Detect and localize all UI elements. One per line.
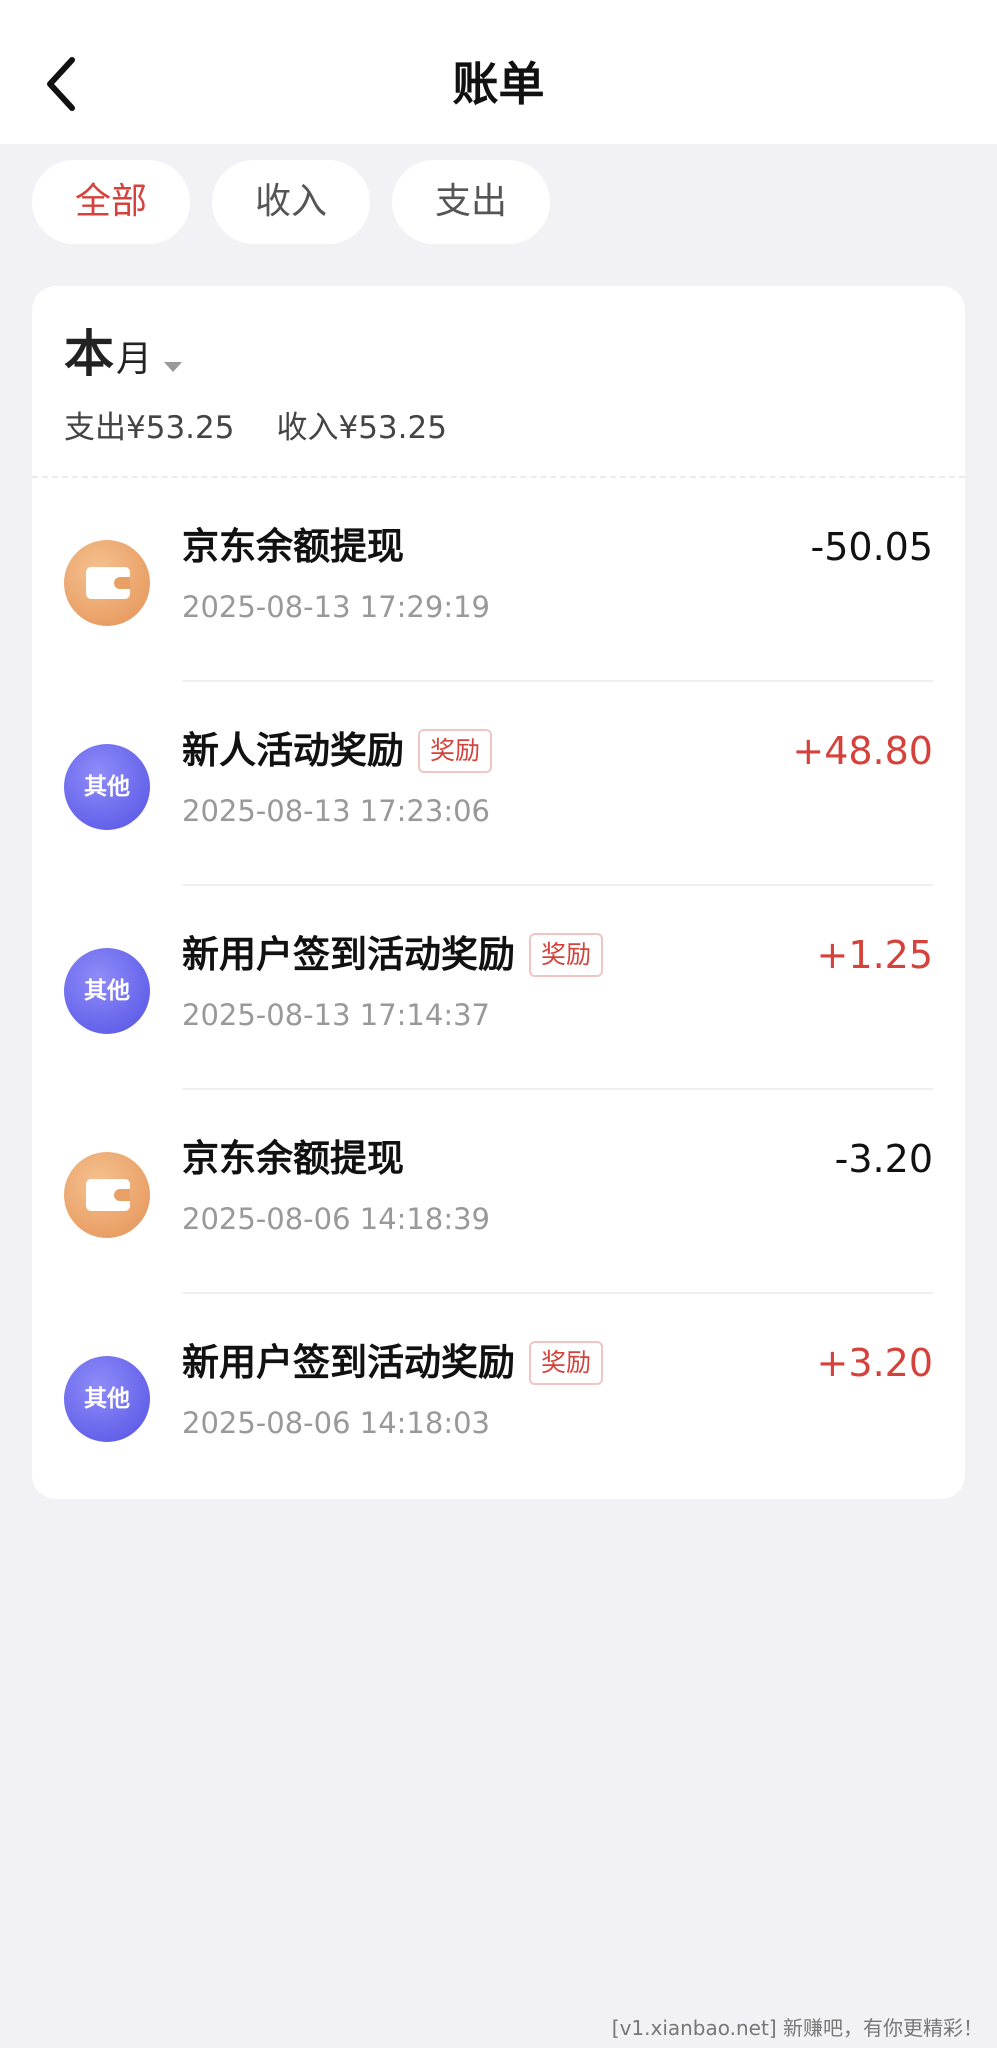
- transaction-time: 2025-08-06 14:18:03: [182, 1406, 490, 1440]
- transaction-row[interactable]: 其他 新用户签到活动奖励 奖励 2025-08-13 17:14:37 +1.25: [32, 886, 965, 1090]
- transaction-amount: +48.80: [792, 729, 933, 773]
- transaction-time: 2025-08-13 17:29:19: [182, 590, 490, 624]
- transaction-time: 2025-08-13 17:14:37: [182, 998, 490, 1032]
- transaction-time: 2025-08-13 17:23:06: [182, 794, 490, 828]
- tab-income[interactable]: 收入: [212, 160, 370, 244]
- reward-tag: 奖励: [418, 729, 493, 773]
- tab-expense[interactable]: 支出: [392, 160, 550, 244]
- other-category-icon: 其他: [64, 1356, 150, 1442]
- caret-down-icon: [164, 361, 183, 372]
- other-category-icon: 其他: [64, 744, 150, 830]
- tab-all[interactable]: 全部: [32, 160, 190, 244]
- reward-tag: 奖励: [529, 933, 604, 977]
- transaction-title: 新人活动奖励: [182, 729, 404, 772]
- transaction-row[interactable]: 京东余额提现 2025-08-13 17:29:19 -50.05: [32, 478, 965, 682]
- period-small-label: 月: [116, 339, 153, 380]
- expense-total: 支出¥53.25: [64, 410, 235, 446]
- transaction-amount: +1.25: [816, 933, 933, 977]
- other-category-icon: 其他: [64, 948, 150, 1034]
- transaction-title: 京东余额提现: [182, 525, 404, 568]
- period-selector[interactable]: 本月: [64, 322, 183, 386]
- period-big-label: 本: [64, 325, 114, 383]
- page-title: 账单: [452, 57, 545, 111]
- wallet-icon: [64, 1152, 150, 1238]
- transaction-time: 2025-08-06 14:18:39: [182, 1202, 490, 1236]
- transaction-row[interactable]: 其他 新用户签到活动奖励 奖励 2025-08-06 14:18:03 +3.20: [32, 1294, 965, 1498]
- transaction-title: 新用户签到活动奖励: [182, 933, 515, 976]
- transaction-amount: -3.20: [834, 1137, 933, 1181]
- top-bar: 账单: [0, 0, 997, 144]
- watermark: [v1.xianbao.net] 新赚吧，有你更精彩！: [611, 2016, 983, 2040]
- transaction-amount: -50.05: [810, 525, 934, 569]
- transaction-title: 新用户签到活动奖励: [182, 1341, 515, 1384]
- transaction-title: 京东余额提现: [182, 1137, 404, 1180]
- reward-tag: 奖励: [529, 1341, 604, 1385]
- transaction-amount: +3.20: [816, 1341, 933, 1385]
- wallet-icon: [64, 540, 150, 626]
- bill-card: 本月 支出¥53.25 收入¥53.25 京东余额提现 2025-08-13 17…: [32, 286, 965, 1499]
- month-summary: 支出¥53.25 收入¥53.25: [64, 404, 447, 452]
- income-total: 收入¥53.25: [276, 410, 447, 446]
- transaction-row[interactable]: 京东余额提现 2025-08-06 14:18:39 -3.20: [32, 1090, 965, 1294]
- transaction-row[interactable]: 其他 新人活动奖励 奖励 2025-08-13 17:23:06 +48.80: [32, 682, 965, 886]
